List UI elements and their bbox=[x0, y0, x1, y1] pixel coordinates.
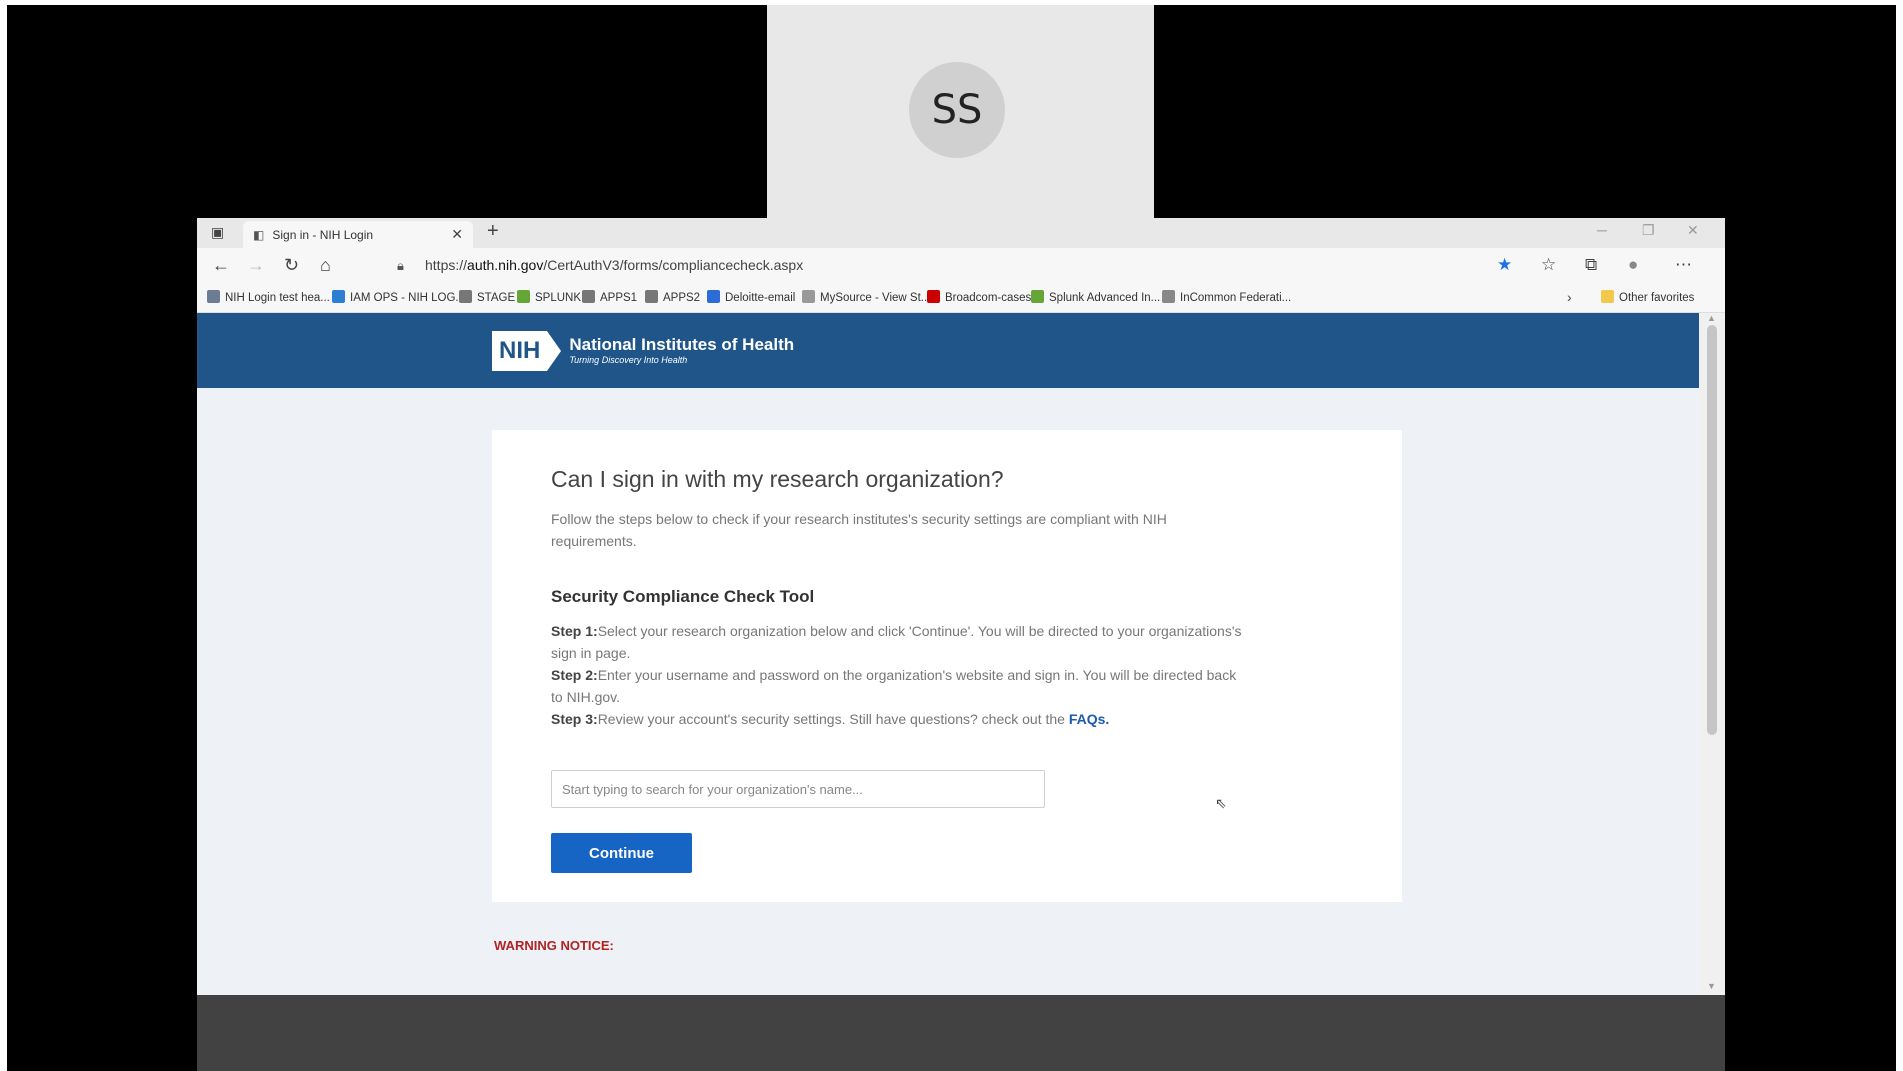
url-scheme: https:// bbox=[425, 257, 468, 273]
organization-search-input[interactable] bbox=[551, 770, 1045, 808]
favorite-star-icon[interactable]: ★ bbox=[1497, 255, 1512, 275]
page-content: NIH National Institutes of Health Turnin… bbox=[197, 313, 1699, 995]
continue-button[interactable]: Continue bbox=[551, 833, 692, 873]
favorites-overflow-icon[interactable]: › bbox=[1567, 289, 1572, 305]
favorite-item[interactable]: SPLUNK bbox=[517, 290, 581, 304]
collections-icon[interactable]: ⧉ bbox=[1585, 255, 1597, 275]
favorite-item[interactable]: Splunk Advanced In... bbox=[1031, 290, 1160, 304]
favorite-site-icon bbox=[927, 290, 940, 303]
page-scrollbar[interactable]: ▲ ▼ bbox=[1699, 313, 1725, 995]
nih-logo-mark: NIH bbox=[492, 331, 548, 371]
address-bar: ← → ↻ ⌂ 🔒︎ https://auth.nih.gov/CertAuth… bbox=[197, 248, 1725, 284]
favorite-item[interactable]: STAGE bbox=[459, 290, 515, 304]
home-icon[interactable]: ⌂ bbox=[320, 255, 331, 276]
favorite-site-icon bbox=[1162, 290, 1175, 303]
window-close-icon[interactable]: ✕ bbox=[1687, 222, 1699, 239]
tab-sign-in[interactable]: ◧ Sign in - NIH Login ✕ bbox=[243, 221, 473, 248]
participant-tile: SS bbox=[767, 5, 1154, 218]
mouse-cursor-icon: ⇖ bbox=[1215, 795, 1227, 811]
step-2: Step 2:Enter your username and password … bbox=[551, 664, 1251, 708]
tab-bar: ▣ ◧ Sign in - NIH Login ✕ + ─ ❐ ✕ bbox=[197, 218, 1725, 248]
step-3-label: Step 3: bbox=[551, 711, 598, 727]
step-2-text: Enter your username and password on the … bbox=[551, 667, 1237, 705]
warning-notice: WARNING NOTICE: bbox=[494, 938, 614, 953]
nih-header: NIH National Institutes of Health Turnin… bbox=[197, 313, 1699, 388]
url-field[interactable]: https://auth.nih.gov/CertAuthV3/forms/co… bbox=[425, 257, 803, 273]
favorite-item[interactable]: InCommon Federati... bbox=[1162, 290, 1291, 304]
page-title: Can I sign in with my research organizat… bbox=[551, 466, 1004, 492]
favorite-site-icon bbox=[207, 290, 220, 303]
favorite-site-icon bbox=[1031, 290, 1044, 303]
more-menu-icon[interactable]: ⋯ bbox=[1675, 255, 1692, 275]
favorite-item[interactable]: MySource - View St... bbox=[802, 290, 930, 304]
nih-name: National Institutes of Health bbox=[569, 335, 795, 354]
compliance-card: Can I sign in with my research organizat… bbox=[492, 430, 1402, 902]
step-3: Step 3:Review your account's security se… bbox=[551, 708, 1251, 730]
faqs-link[interactable]: FAQs. bbox=[1069, 711, 1109, 727]
favorite-site-icon bbox=[582, 290, 595, 303]
favorite-label: Splunk Advanced In... bbox=[1049, 292, 1161, 304]
other-favorites[interactable]: Other favorites bbox=[1601, 290, 1694, 304]
favorite-label: STAGE bbox=[477, 292, 516, 304]
favorite-item[interactable]: NIH Login test hea... bbox=[207, 290, 330, 304]
step-1-text: Select your research organization below … bbox=[551, 623, 1242, 661]
favorite-site-icon bbox=[707, 290, 720, 303]
scroll-up-icon[interactable]: ▲ bbox=[1707, 313, 1716, 323]
other-favorites-label: Other favorites bbox=[1619, 292, 1695, 304]
url-host: auth.nih.gov bbox=[467, 257, 544, 273]
nih-favicon-icon: ◧ bbox=[253, 227, 265, 242]
step-3-text: Review your account's security settings.… bbox=[597, 711, 1069, 727]
nih-logo[interactable]: NIH National Institutes of Health Turnin… bbox=[492, 331, 794, 371]
favorites-bar: › Other favorites NIH Login test hea... I… bbox=[197, 284, 1725, 313]
favorite-item[interactable]: IAM OPS - NIH LOG... bbox=[332, 290, 465, 304]
favorite-site-icon bbox=[802, 290, 815, 303]
favorite-label: IAM OPS - NIH LOG... bbox=[350, 292, 466, 304]
nih-tagline: Turning Discovery Into Health bbox=[569, 355, 688, 365]
forward-icon[interactable]: → bbox=[247, 255, 265, 276]
scroll-down-icon[interactable]: ▼ bbox=[1707, 981, 1716, 991]
favorite-label: SPLUNK bbox=[535, 292, 582, 304]
folder-icon bbox=[1601, 290, 1614, 303]
browser-window: ▣ ◧ Sign in - NIH Login ✕ + ─ ❐ ✕ ← → ↻ … bbox=[197, 218, 1725, 1071]
restore-icon[interactable]: ❐ bbox=[1642, 222, 1655, 239]
step-1-label: Step 1: bbox=[551, 623, 598, 639]
scrollbar-thumb[interactable] bbox=[1707, 325, 1717, 735]
url-path: /CertAuthV3/forms/compliancecheck.aspx bbox=[543, 257, 804, 273]
refresh-icon[interactable]: ↻ bbox=[284, 255, 299, 276]
tool-title: Security Compliance Check Tool bbox=[551, 587, 815, 606]
new-tab-icon[interactable]: + bbox=[487, 220, 499, 243]
minimize-icon[interactable]: ─ bbox=[1597, 222, 1607, 238]
profile-icon[interactable]: ● bbox=[1628, 255, 1638, 275]
favorite-site-icon bbox=[459, 290, 472, 303]
favorite-site-icon bbox=[645, 290, 658, 303]
tab-actions-icon[interactable]: ▣ bbox=[211, 224, 224, 241]
favorite-item[interactable]: Deloitte-email bbox=[707, 290, 795, 304]
step-1: Step 1:Select your research organization… bbox=[551, 620, 1251, 664]
nih-logo-arrow bbox=[547, 331, 562, 371]
favorite-label: Broadcom-cases bbox=[945, 292, 1032, 304]
favorite-label: APPS1 bbox=[600, 292, 638, 304]
favorite-label: NIH Login test hea... bbox=[225, 292, 330, 304]
favorite-site-icon bbox=[517, 290, 530, 303]
tab-title: Sign in - NIH Login bbox=[272, 227, 374, 242]
meeting-toolbar-area bbox=[197, 995, 1725, 1071]
back-icon[interactable]: ← bbox=[212, 255, 230, 276]
favorite-label: MySource - View St... bbox=[820, 292, 931, 304]
step-2-label: Step 2: bbox=[551, 667, 598, 683]
nih-logo-text: National Institutes of Health Turning Di… bbox=[569, 336, 794, 366]
lock-icon[interactable]: 🔒︎ bbox=[397, 258, 404, 274]
intro-text: Follow the steps below to check if your … bbox=[551, 511, 1167, 549]
favorite-item[interactable]: APPS1 bbox=[582, 290, 637, 304]
favorite-item[interactable]: APPS2 bbox=[645, 290, 700, 304]
favorite-site-icon bbox=[332, 290, 345, 303]
favorite-label: InCommon Federati... bbox=[1180, 292, 1292, 304]
favorites-icon[interactable]: ☆ bbox=[1541, 255, 1556, 275]
participant-avatar: SS bbox=[909, 62, 1005, 158]
favorite-label: APPS2 bbox=[663, 292, 701, 304]
tab-close-icon[interactable]: ✕ bbox=[451, 226, 463, 243]
favorite-label: Deloitte-email bbox=[725, 292, 796, 304]
steps-list: Step 1:Select your research organization… bbox=[551, 620, 1251, 730]
favorite-item[interactable]: Broadcom-cases bbox=[927, 290, 1031, 304]
